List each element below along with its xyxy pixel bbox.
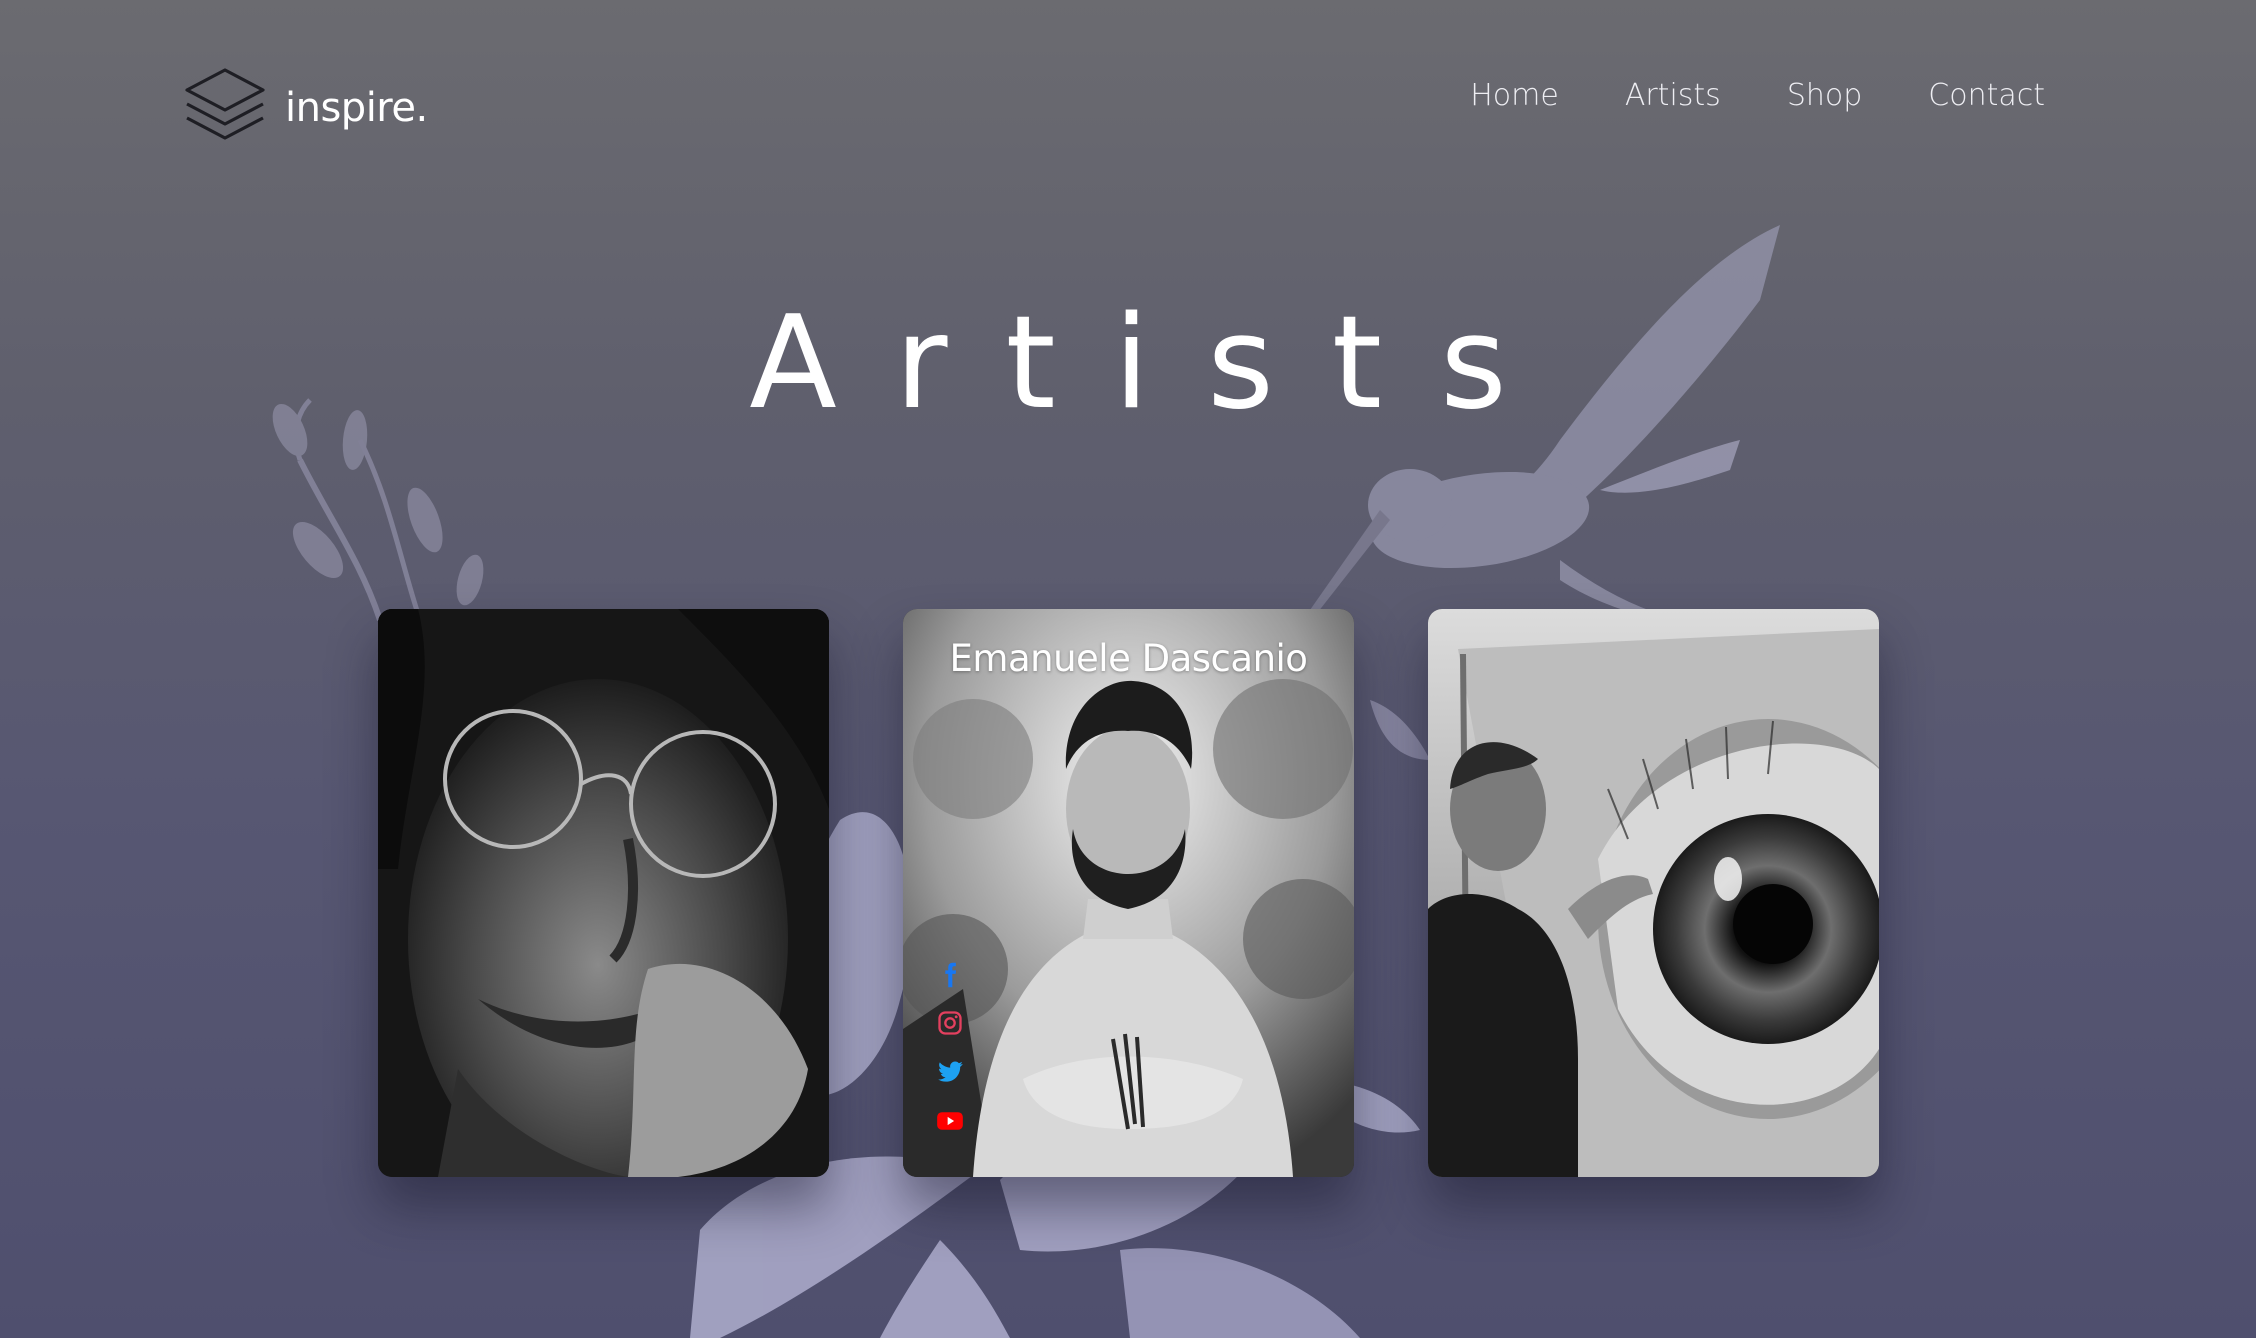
facebook-icon xyxy=(945,962,957,988)
flower-sprig-decoration xyxy=(272,398,484,621)
youtube-icon xyxy=(937,1112,963,1130)
artist-working-image xyxy=(1428,609,1879,1177)
stacked-layers-icon xyxy=(185,68,265,140)
artist-card[interactable]: Emanuele Dascanio xyxy=(903,609,1354,1177)
nav-shop[interactable]: Shop xyxy=(1787,78,1862,113)
instagram-icon xyxy=(938,1011,962,1035)
twitter-icon xyxy=(938,1061,963,1082)
artist-portrait-image xyxy=(378,609,829,1177)
artist-portrait-image xyxy=(903,609,1354,1177)
artist-card[interactable] xyxy=(1428,609,1879,1177)
instagram-link[interactable] xyxy=(933,1006,967,1040)
brand-name: inspire. xyxy=(285,85,428,131)
page-title: Artists xyxy=(749,289,1565,438)
twitter-link[interactable] xyxy=(933,1055,967,1089)
facebook-link[interactable] xyxy=(933,958,967,992)
nav-contact[interactable]: Contact xyxy=(1928,78,2045,113)
main-nav: Home Artists Shop Contact xyxy=(1470,78,2045,113)
nav-home[interactable]: Home xyxy=(1470,78,1559,113)
artist-name: Emanuele Dascanio xyxy=(949,637,1308,680)
nav-artists[interactable]: Artists xyxy=(1625,78,1721,113)
brand-logo[interactable]: inspire. xyxy=(183,66,428,150)
artist-card[interactable] xyxy=(378,609,829,1177)
youtube-link[interactable] xyxy=(933,1104,967,1138)
